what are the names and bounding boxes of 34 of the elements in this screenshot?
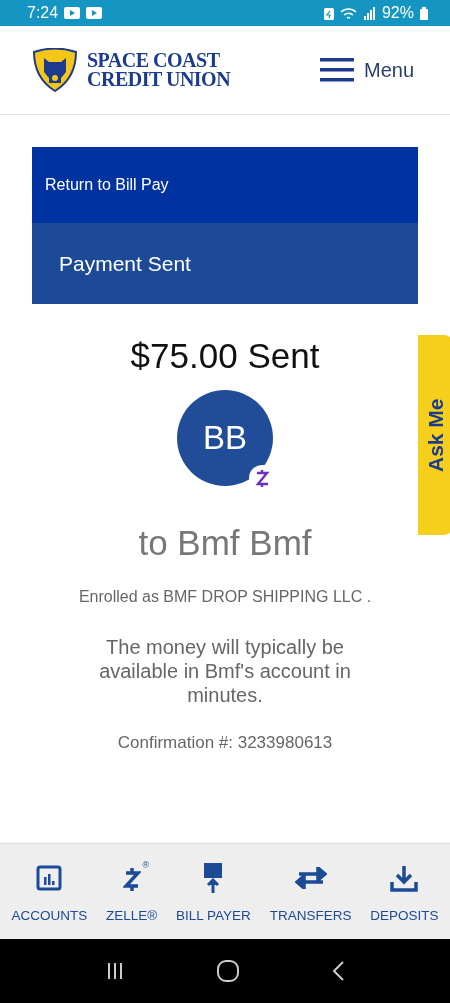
nav-tab[interactable]: TRANSFERS: [269, 844, 352, 939]
page-title-bar: Payment Sent: [32, 223, 418, 304]
signal-icon: [363, 6, 376, 20]
clock-time: 7:24: [27, 4, 59, 22]
return-link[interactable]: Return to Bill Pay: [32, 147, 418, 223]
battery-percent: 92%: [381, 4, 414, 22]
ask-me-tab[interactable]: Ask Me: [418, 335, 450, 535]
battery-saver-icon: [323, 6, 334, 20]
back-icon[interactable]: [330, 960, 345, 982]
logo-text: SPACE COAST: [87, 51, 221, 70]
battery-icon: [420, 6, 428, 20]
nav-tab[interactable]: BILL PAYER: [176, 844, 251, 939]
video-icon: [86, 7, 103, 19]
video-icon: [64, 7, 81, 19]
registered-mark: ®: [142, 860, 150, 870]
enrollment-text: Enrolled as BMF DROP SHIPPING LLC .: [78, 588, 372, 606]
recipient-name: to Bmf Bmf: [138, 523, 312, 563]
avatar-initials: BB: [177, 390, 273, 486]
bill-upload-icon: [203, 863, 224, 893]
menu-button[interactable]: Menu: [319, 58, 414, 82]
nav-tab[interactable]: DEPOSITS: [370, 844, 439, 939]
transfer-arrows-icon: [294, 867, 327, 889]
bar-chart-icon: [36, 865, 63, 891]
menu-icon: [319, 58, 354, 82]
wifi-icon: [339, 6, 358, 20]
amount-sent: $75.00 Sent: [130, 336, 320, 376]
nav-tab[interactable]: ACCOUNTS: [11, 844, 88, 939]
delivery-note: The money will typically be available in Bmf's account in minutes.: [98, 635, 352, 707]
nav-tab[interactable]: ® ZELLE®: [106, 844, 158, 939]
logo-text: CREDIT UNION: [87, 70, 231, 89]
shield-logo-icon: [32, 48, 78, 92]
home-icon[interactable]: [216, 959, 240, 983]
confirmation-number: Confirmation #: 3233980613: [117, 733, 333, 753]
download-icon: [390, 864, 419, 892]
